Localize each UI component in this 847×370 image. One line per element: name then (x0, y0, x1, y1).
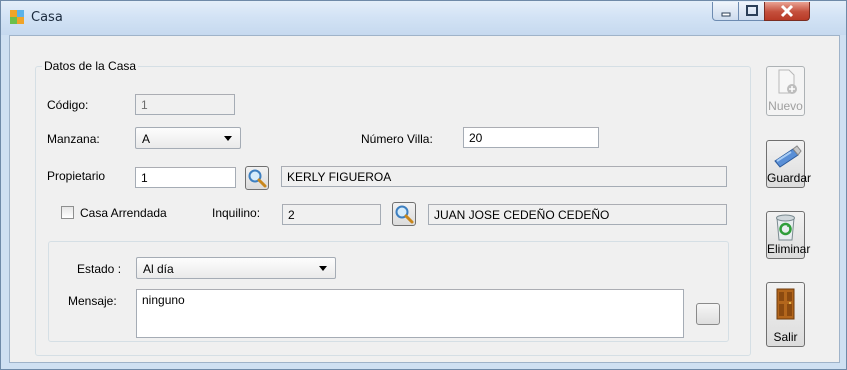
manzana-label: Manzana: (47, 132, 100, 146)
manzana-combo[interactable]: A (135, 127, 241, 149)
recycle-bin-icon (776, 214, 795, 241)
eliminar-button[interactable]: Eliminar (766, 211, 811, 259)
propietario-label: Propietario (47, 169, 106, 183)
form-client-area: Datos de la Casa Código: 1 Manzana: A Nú… (9, 35, 840, 363)
buscar-propietario-button[interactable] (245, 166, 269, 190)
chevron-down-icon (319, 266, 327, 271)
title-bar[interactable]: Casa (1, 1, 846, 35)
casa-window: Casa Datos de la Casa Código: 1 Manzana:… (0, 0, 847, 370)
magnifier-icon (248, 169, 267, 188)
mensaje-label: Mensaje: (68, 294, 117, 308)
salir-button[interactable]: Salir (766, 282, 805, 347)
close-button[interactable] (764, 2, 810, 21)
mensaje-extra-button[interactable] (696, 303, 720, 325)
magnifier-icon (395, 205, 414, 224)
inquilino-label: Inquilino: (212, 206, 261, 220)
app-icon (10, 10, 24, 24)
eliminar-label: Eliminar (767, 242, 811, 256)
numero-villa-label: Número Villa: (361, 132, 433, 146)
propietario-id-field[interactable]: 1 (135, 167, 236, 188)
codigo-field[interactable]: 1 (135, 94, 235, 115)
casa-arrendada-label: Casa Arrendada (80, 206, 167, 220)
estado-value: Al día (143, 262, 174, 276)
new-document-icon (778, 69, 797, 94)
minimize-button[interactable] (712, 2, 740, 21)
guardar-button[interactable]: Guardar (766, 140, 812, 188)
close-icon (780, 4, 794, 18)
propietario-nombre-field[interactable]: KERLY FIGUEROA (281, 166, 727, 187)
estado-label: Estado : (77, 262, 122, 276)
codigo-label: Código: (47, 98, 89, 112)
datos-casa-legend: Datos de la Casa (42, 59, 139, 73)
maximize-button[interactable] (738, 2, 766, 21)
buscar-inquilino-button[interactable] (392, 202, 416, 226)
casa-arrendada-checkbox[interactable] (61, 206, 74, 219)
window-title: Casa (31, 10, 63, 25)
inquilino-id-field[interactable]: 2 (282, 204, 381, 225)
salir-label: Salir (773, 330, 798, 344)
numero-villa-field[interactable]: 20 (463, 127, 599, 148)
manzana-value: A (142, 132, 151, 146)
estado-combo[interactable]: Al día (136, 257, 336, 279)
nuevo-label: Nuevo (768, 99, 803, 113)
minimize-icon (721, 12, 731, 17)
guardar-label: Guardar (767, 171, 812, 185)
mensaje-field[interactable]: ninguno (136, 289, 684, 338)
maximize-icon (746, 5, 758, 16)
chevron-down-icon (224, 136, 232, 141)
nuevo-button[interactable]: Nuevo (766, 66, 805, 116)
inquilino-nombre-field[interactable]: JUAN JOSE CEDEÑO CEDEÑO (428, 204, 727, 225)
door-icon (776, 288, 795, 320)
usb-drive-icon (774, 145, 802, 168)
